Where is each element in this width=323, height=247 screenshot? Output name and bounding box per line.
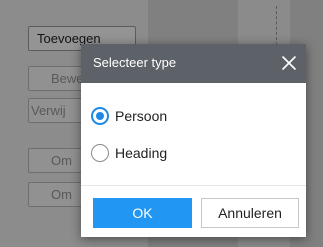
close-icon[interactable]: [280, 54, 298, 72]
radio-persoon[interactable]: [91, 107, 109, 125]
option-heading-label: Heading: [115, 145, 168, 161]
option-persoon-label: Persoon: [115, 108, 168, 124]
select-type-dialog: Selecteer type Persoon Heading OK Annule…: [81, 44, 306, 237]
option-persoon[interactable]: Persoon: [91, 106, 167, 126]
cancel-button[interactable]: Annuleren: [201, 198, 299, 228]
dialog-divider: [81, 185, 306, 186]
option-heading[interactable]: Heading: [91, 143, 167, 163]
dialog-title: Selecteer type: [93, 55, 177, 70]
radio-heading[interactable]: [91, 144, 109, 162]
dialog-header: Selecteer type: [81, 44, 306, 83]
ok-button[interactable]: OK: [93, 198, 192, 228]
